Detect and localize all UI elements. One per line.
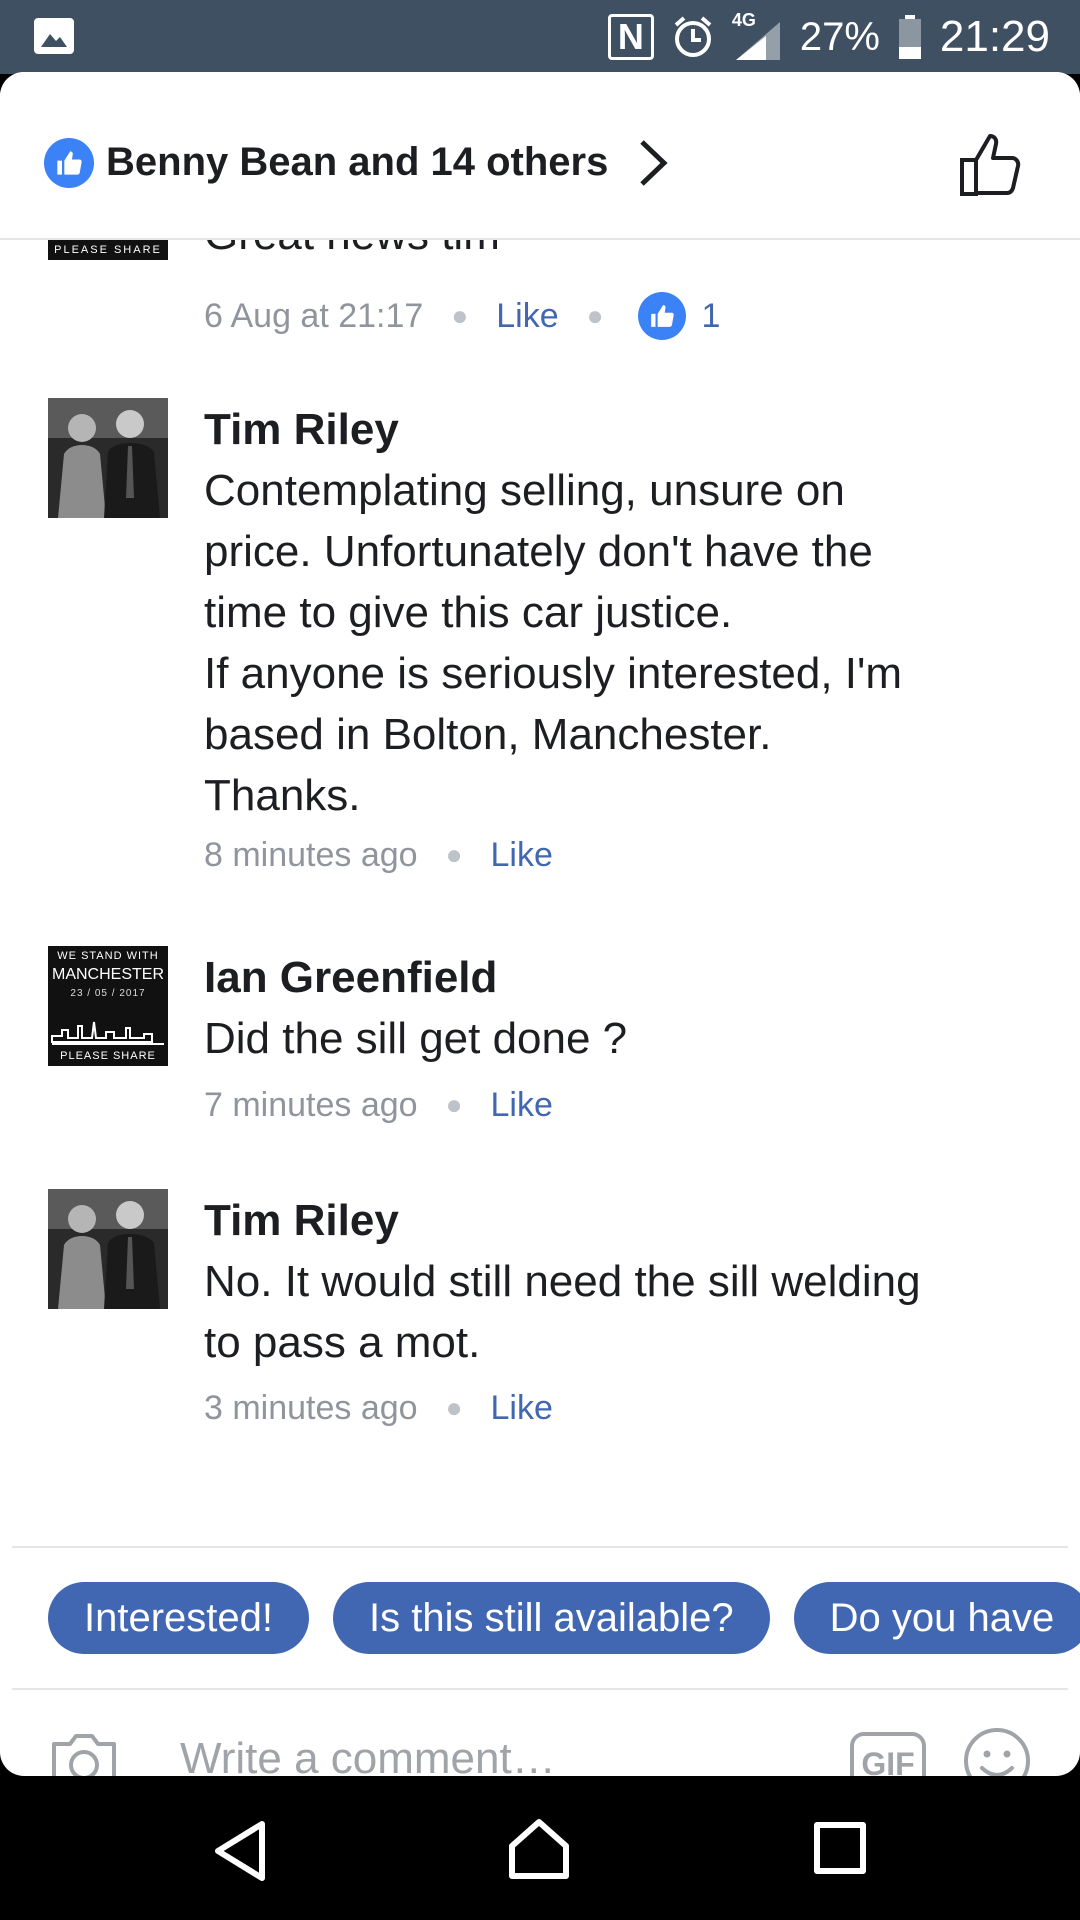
separator-dot: ●: [586, 300, 604, 331]
clock: 21:29: [939, 12, 1050, 61]
like-post-button[interactable]: [958, 128, 1022, 198]
camera-icon[interactable]: [48, 1730, 120, 1776]
comment-input[interactable]: Write a comment…: [180, 1734, 556, 1776]
separator-dot: ●: [445, 1392, 463, 1423]
comment-text: Contemplating selling, unsure on price. …: [204, 460, 1004, 826]
comment-time: 8 minutes ago: [204, 836, 418, 874]
quick-reply-chip[interactable]: Is this still available?: [333, 1582, 770, 1654]
avatar-caption: PLEASE SHARE: [54, 244, 162, 256]
divider: [12, 1546, 1068, 1548]
separator-dot: ●: [445, 1089, 463, 1120]
comment-list: PLEASE SHARE Great news tim 6 Aug at 21:…: [0, 240, 1080, 1546]
comment-line: Contemplating selling, unsure on: [204, 466, 845, 515]
like-reaction-icon: [637, 292, 686, 340]
avatar[interactable]: [48, 1189, 168, 1309]
comment-meta: 3 minutes ago ● Like: [204, 1385, 553, 1431]
chevron-right-icon[interactable]: [628, 138, 676, 188]
comment-text: Did the sill get done ?: [204, 1008, 1004, 1069]
reaction-summary[interactable]: 1: [637, 292, 721, 340]
commenter-name[interactable]: Tim Riley: [204, 400, 399, 460]
comment-line: Did the sill get done ?: [204, 1014, 628, 1063]
comment-item: WE STAND WITH MANCHESTER 23 / 05 / 2017 …: [0, 946, 1080, 1146]
comment-time: 7 minutes ago: [204, 1086, 418, 1124]
comment-text: No. It would still need the sill welding…: [204, 1251, 1004, 1373]
comment-line: to pass a mot.: [204, 1318, 481, 1367]
comment-time: 6 Aug at 21:17: [204, 297, 424, 335]
commenter-name[interactable]: Ian Greenfield: [204, 948, 497, 1008]
comment-text-cut: Great news tim: [204, 240, 500, 260]
comment-line: Thanks.: [204, 771, 361, 820]
avatar[interactable]: [48, 398, 168, 518]
battery-icon: [898, 15, 921, 59]
comments-sheet: Benny Bean and 14 others PLEASE SHARE Gr…: [0, 72, 1080, 1776]
separator-dot: ●: [445, 839, 463, 870]
emoji-icon[interactable]: [962, 1726, 1032, 1776]
commenter-name[interactable]: Tim Riley: [204, 1191, 399, 1251]
comment-partial: PLEASE SHARE Great news tim 6 Aug at 21:…: [0, 240, 1080, 350]
alarm-icon: [674, 16, 712, 57]
comment-composer: Write a comment… GIF: [0, 1690, 1080, 1776]
comment-meta: 7 minutes ago ● Like: [204, 1082, 553, 1128]
like-link[interactable]: Like: [491, 1385, 553, 1431]
comment-meta: 8 minutes ago ● Like: [204, 832, 553, 878]
avatar[interactable]: PLEASE SHARE: [48, 240, 168, 260]
navigation-bar: [0, 1776, 1080, 1920]
like-link[interactable]: Like: [496, 293, 558, 339]
separator-dot: ●: [451, 300, 469, 331]
comment-line: No. It would still need the sill welding: [204, 1257, 921, 1306]
sheet-header: Benny Bean and 14 others: [0, 72, 1080, 240]
skyline-icon: [51, 1021, 164, 1045]
back-icon[interactable]: [210, 1818, 270, 1884]
quick-reply-chip[interactable]: Do you have: [793, 1582, 1080, 1654]
comment-item: Tim Riley Contemplating selling, unsure …: [0, 398, 1080, 918]
avatar-caption: WE STAND WITH: [57, 950, 159, 962]
comment-line: If anyone is seriously interested, I'm: [204, 649, 903, 698]
quick-reply-chip[interactable]: Interested!: [48, 1582, 310, 1654]
gallery-notification-icon: [34, 18, 74, 54]
likers-summary-link[interactable]: Benny Bean and 14 others: [106, 134, 608, 190]
avatar-caption: 23 / 05 / 2017: [70, 988, 146, 999]
like-link[interactable]: Like: [491, 832, 553, 878]
gif-button[interactable]: GIF: [850, 1732, 926, 1776]
reaction-count: 1: [701, 297, 721, 335]
recent-apps-icon[interactable]: [814, 1822, 866, 1874]
nfc-icon: N: [607, 14, 654, 60]
quick-reply-chips: Interested! Is this still available? Do …: [48, 1582, 1080, 1656]
like-link[interactable]: Like: [491, 1082, 553, 1128]
battery-percent: 27%: [799, 14, 880, 59]
signal-icon: 4G: [732, 10, 782, 62]
status-bar: N 4G 27% 21:29: [0, 0, 1080, 74]
avatar-caption: MANCHESTER: [51, 966, 164, 983]
home-icon[interactable]: [506, 1816, 572, 1882]
avatar[interactable]: WE STAND WITH MANCHESTER 23 / 05 / 2017 …: [48, 946, 168, 1066]
comment-item: Tim Riley No. It would still need the si…: [0, 1189, 1080, 1449]
comment-line: price. Unfortunately don't have the: [204, 527, 873, 576]
comment-line: based in Bolton, Manchester.: [204, 710, 772, 759]
comment-line: time to give this car justice.: [204, 588, 733, 637]
avatar-caption: PLEASE SHARE: [60, 1050, 156, 1062]
comment-time: 3 minutes ago: [204, 1389, 418, 1427]
like-reaction-icon: [44, 138, 94, 188]
comment-meta: 6 Aug at 21:17 ● Like ● 1: [204, 292, 720, 340]
